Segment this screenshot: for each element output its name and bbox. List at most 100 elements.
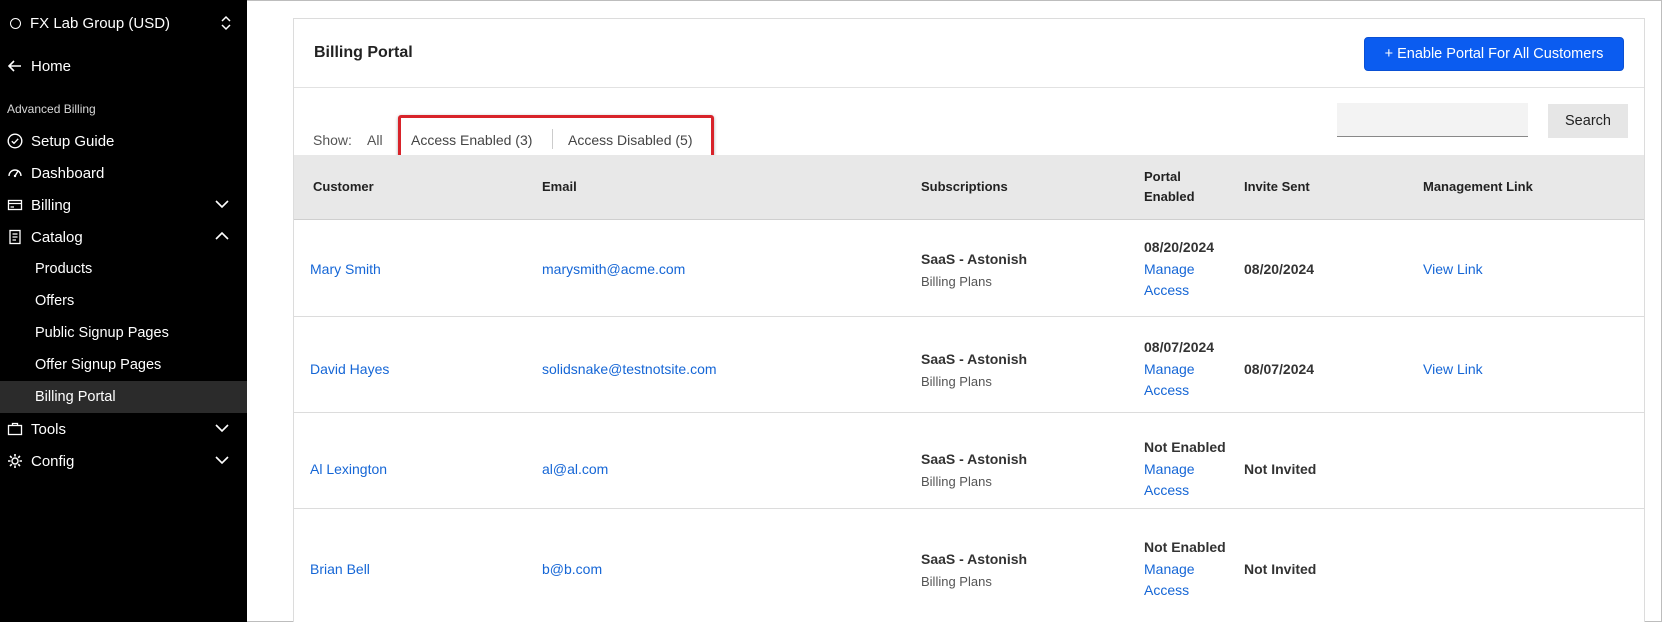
subscription-name: SaaS - Astonish	[921, 451, 1028, 467]
subscription-name: SaaS - Astonish	[921, 251, 1028, 267]
billing-portal-card: Billing Portal + Enable Portal For All C…	[293, 18, 1645, 622]
view-link[interactable]: View Link	[1423, 259, 1483, 280]
manage-access-link[interactable]: Manage Access	[1144, 559, 1195, 601]
portal-enabled-status: Not Enabled	[1144, 539, 1226, 555]
chevron-down-icon	[215, 424, 229, 433]
subscription-plan: Billing Plans	[921, 574, 992, 589]
sidebar-item-label: Home	[31, 57, 72, 75]
portal-enabled-date: 08/07/2024	[1144, 339, 1215, 355]
invite-sent-value: Not Invited	[1244, 461, 1317, 477]
briefcase-icon	[7, 421, 23, 437]
page-title: Billing Portal	[314, 44, 413, 61]
table-header: Customer Email Subscriptions Portal Enab…	[294, 155, 1644, 220]
card-icon	[7, 197, 23, 213]
header-line: Portal	[1144, 169, 1181, 184]
subscription-plan: Billing Plans	[921, 474, 992, 489]
customer-link[interactable]: David Hayes	[310, 359, 389, 380]
customer-link[interactable]: Al Lexington	[310, 459, 387, 480]
check-circle-icon	[7, 133, 23, 149]
link-line: Manage	[1144, 561, 1195, 577]
sidebar-item-catalog[interactable]: Catalog	[0, 221, 247, 253]
show-label: Show:	[313, 132, 352, 148]
customer-link[interactable]: Mary Smith	[310, 259, 381, 280]
sidebar-item-billing[interactable]: Billing	[0, 189, 247, 221]
gear-icon	[7, 453, 23, 469]
chevron-down-icon	[215, 456, 229, 465]
customer-link[interactable]: Brian Bell	[310, 559, 370, 580]
link-line: Access	[1144, 282, 1190, 298]
column-header-subscriptions[interactable]: Subscriptions	[921, 177, 1008, 197]
filter-access-enabled[interactable]: Access Enabled (3)	[411, 132, 532, 148]
manage-access-link[interactable]: Manage Access	[1144, 259, 1195, 301]
sidebar-subitem-label: Billing Portal	[35, 389, 116, 405]
org-name: FX Lab Group (USD)	[30, 14, 171, 32]
column-header-portal-enabled[interactable]: Portal Enabled	[1144, 167, 1195, 207]
document-icon	[7, 229, 23, 245]
column-header-email[interactable]: Email	[542, 177, 577, 197]
sidebar-item-label: Tools	[31, 420, 67, 438]
email-link[interactable]: al@al.com	[542, 459, 608, 480]
sidebar-item-home[interactable]: Home	[0, 50, 247, 82]
sidebar-item-label: Dashboard	[31, 164, 105, 182]
sidebar-item-label: Billing	[31, 196, 72, 214]
sidebar-subitem-products[interactable]: Products	[0, 253, 247, 285]
column-header-invite-sent[interactable]: Invite Sent	[1244, 177, 1310, 197]
portal-enabled-date: 08/20/2024	[1144, 239, 1215, 255]
manage-access-link[interactable]: Manage Access	[1144, 359, 1195, 401]
sidebar-item-label: Catalog	[31, 228, 83, 246]
subscription-plan: Billing Plans	[921, 274, 992, 289]
sidebar-item-config[interactable]: Config	[0, 445, 247, 477]
arrow-left-icon	[7, 58, 23, 74]
sidebar-subitem-billing-portal[interactable]: Billing Portal	[0, 381, 247, 413]
column-header-management-link[interactable]: Management Link	[1423, 177, 1533, 197]
invite-sent-value: 08/07/2024	[1244, 361, 1315, 377]
sidebar-subitem-offer-signup-pages[interactable]: Offer Signup Pages	[0, 349, 247, 381]
sidebar-subitem-label: Offers	[35, 293, 75, 309]
invite-sent-value: Not Invited	[1244, 561, 1317, 577]
divider	[552, 129, 553, 149]
link-line: Access	[1144, 382, 1190, 398]
portal-enabled-status: Not Enabled	[1144, 439, 1226, 455]
email-link[interactable]: solidsnake@testnotsite.com	[542, 359, 717, 380]
email-link[interactable]: b@b.com	[542, 559, 602, 580]
org-switcher[interactable]: FX Lab Group (USD)	[8, 13, 236, 33]
org-circle-icon	[10, 17, 21, 29]
link-line: Manage	[1144, 461, 1195, 477]
section-label: Advanced Billing	[7, 102, 96, 116]
chevron-up-icon	[215, 231, 229, 240]
sidebar-item-tools[interactable]: Tools	[0, 413, 247, 445]
sidebar: FX Lab Group (USD) Home Advanced Billing…	[0, 0, 247, 622]
enable-portal-all-button[interactable]: + Enable Portal For All Customers	[1364, 37, 1624, 71]
search-input[interactable]	[1337, 103, 1528, 137]
divider	[294, 87, 1644, 88]
link-line: Access	[1144, 582, 1190, 598]
table-row: David Hayes solidsnake@testnotsite.com S…	[294, 317, 1644, 413]
filter-all[interactable]: All	[367, 132, 383, 148]
sidebar-item-label: Config	[31, 452, 75, 470]
link-line: Manage	[1144, 261, 1195, 277]
subscription-name: SaaS - Astonish	[921, 351, 1028, 367]
filter-access-disabled[interactable]: Access Disabled (5)	[568, 132, 693, 148]
table-row: Mary Smith marysmith@acme.com SaaS - Ast…	[294, 221, 1644, 317]
sidebar-item-setup-guide[interactable]: Setup Guide	[0, 125, 247, 157]
sidebar-subitem-label: Public Signup Pages	[35, 325, 169, 341]
link-line: Manage	[1144, 361, 1195, 377]
search-button[interactable]: Search	[1548, 104, 1628, 138]
link-line: Access	[1144, 482, 1190, 498]
subscription-plan: Billing Plans	[921, 374, 992, 389]
sidebar-item-label: Setup Guide	[31, 132, 115, 150]
table-row: Brian Bell b@b.com SaaS - Astonish Billi…	[294, 509, 1644, 605]
sidebar-subitem-public-signup-pages[interactable]: Public Signup Pages	[0, 317, 247, 349]
sidebar-subitem-label: Products	[35, 261, 93, 277]
email-link[interactable]: marysmith@acme.com	[542, 259, 685, 280]
sidebar-item-dashboard[interactable]: Dashboard	[0, 157, 247, 189]
manage-access-link[interactable]: Manage Access	[1144, 459, 1195, 501]
invite-sent-value: 08/20/2024	[1244, 261, 1315, 277]
sidebar-subitem-offers[interactable]: Offers	[0, 285, 247, 317]
view-link[interactable]: View Link	[1423, 359, 1483, 380]
sidebar-subitem-label: Offer Signup Pages	[35, 357, 162, 373]
chevron-up-down-icon	[221, 15, 231, 31]
table-row: Al Lexington al@al.com SaaS - Astonish B…	[294, 413, 1644, 509]
column-header-customer[interactable]: Customer	[313, 177, 374, 197]
chevron-down-icon	[215, 200, 229, 209]
